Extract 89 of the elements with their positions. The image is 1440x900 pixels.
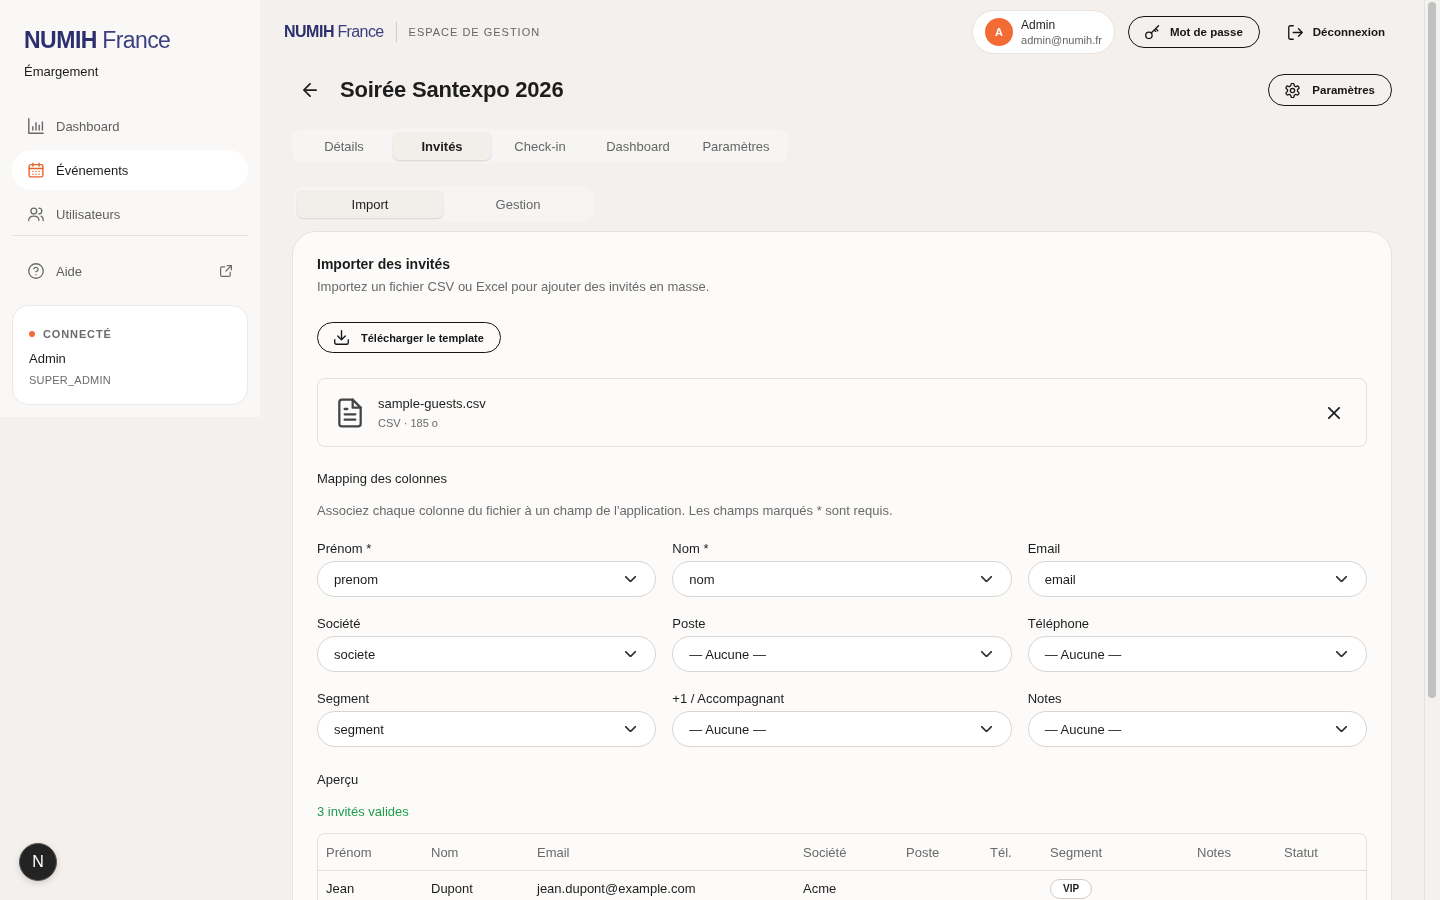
- user-name: Admin: [1021, 17, 1057, 33]
- download-icon: [334, 330, 349, 345]
- tab[interactable]: Check-in: [491, 132, 589, 160]
- chevron-down-icon: [625, 651, 637, 657]
- chevron-down-icon: [625, 576, 637, 582]
- column-header: Société: [802, 844, 848, 860]
- chevron-down-icon: [1336, 651, 1347, 657]
- tab[interactable]: Détails: [295, 132, 393, 160]
- section-description: Associez chaque colonne du fichier à un champ de l'application. Les champs marqués * sont requis.: [317, 502, 894, 520]
- column-header: Notes: [1196, 844, 1232, 860]
- table-cell-text: Jean: [325, 880, 356, 898]
- help-link[interactable]: Aide: [12, 251, 248, 291]
- logout-button[interactable]: Déconnexion: [1287, 24, 1385, 40]
- valid-count: 3 invités valides: [317, 803, 410, 821]
- section-label: ESPACE DE GESTION: [395, 22, 541, 42]
- file-meta: CSV · 185 o: [378, 415, 439, 430]
- section-title: Aperçu: [317, 771, 360, 789]
- dev-tools-button[interactable]: N: [19, 843, 57, 881]
- brand-logo: NUMIH France: [284, 23, 384, 41]
- select-field[interactable]: — Aucune —: [672, 636, 1012, 672]
- column-header: Tél.: [989, 844, 1013, 860]
- chevron-down-icon: [625, 726, 637, 732]
- chevron-down-icon: [980, 651, 992, 657]
- field-label: Email: [1027, 541, 1062, 557]
- status-dot-icon: [29, 331, 35, 337]
- segment-tag: VIP: [1050, 879, 1093, 899]
- avatar: A: [985, 18, 1014, 46]
- column-header: Poste: [905, 844, 941, 860]
- brand-logo: NUMIH France: [24, 28, 171, 52]
- page-title: Soirée Santexpo 2026: [340, 77, 564, 103]
- status-label: CONNECTÉ: [43, 327, 112, 341]
- tab[interactable]: Paramètres: [687, 132, 785, 160]
- tab[interactable]: Gestion: [445, 190, 591, 218]
- tab[interactable]: Import: [297, 190, 443, 218]
- app-name: Émargement: [24, 64, 100, 80]
- field-label: Nom *: [672, 541, 710, 557]
- tab[interactable]: Dashboard: [589, 132, 687, 160]
- column-header: Email: [536, 844, 571, 860]
- field-label: Segment: [317, 691, 371, 707]
- select-field[interactable]: segment: [317, 711, 657, 747]
- scrollbar-thumb[interactable]: [1428, 2, 1436, 698]
- column-header: Statut: [1283, 844, 1319, 860]
- table-cell-text: Dupont: [430, 880, 474, 898]
- nav-item[interactable]: Événements: [12, 150, 248, 190]
- bar-chart-icon: [28, 118, 44, 134]
- chevron-down-icon: [980, 726, 992, 732]
- select-field[interactable]: societe: [317, 636, 657, 672]
- card-description: Importez un fichier CSV ou Excel pour ajouter des invités en masse.: [317, 278, 711, 296]
- tab[interactable]: Invités: [393, 132, 491, 160]
- field-label: Téléphone: [1027, 616, 1091, 632]
- user-name: Admin: [29, 351, 67, 367]
- users-icon: [28, 206, 44, 222]
- user-role: SUPER_ADMIN: [29, 373, 112, 387]
- back-button[interactable]: [303, 83, 317, 97]
- column-header: Nom: [430, 844, 460, 860]
- select-field[interactable]: prenom: [317, 561, 657, 597]
- column-header: Prénom: [325, 844, 373, 860]
- arrow-left-icon: [303, 83, 317, 97]
- field-label: +1 / Accompagnant: [672, 691, 785, 707]
- field-label: Société: [317, 616, 362, 632]
- file-name: sample-guests.csv: [378, 395, 487, 412]
- nav-item[interactable]: Utilisateurs: [12, 194, 248, 234]
- key-icon: [1144, 24, 1160, 40]
- external-link-icon: [220, 265, 232, 277]
- chevron-down-icon: [1336, 726, 1347, 732]
- select-field[interactable]: nom: [672, 561, 1012, 597]
- select-field[interactable]: email: [1027, 561, 1367, 597]
- remove-file-button[interactable]: [1328, 406, 1340, 419]
- field-label: Prénom *: [317, 541, 373, 557]
- chevron-down-icon: [980, 576, 992, 582]
- select-field[interactable]: — Aucune —: [1027, 711, 1367, 747]
- document-icon: [338, 397, 362, 428]
- field-label: Poste: [672, 616, 707, 632]
- settings-icon: [1285, 82, 1301, 98]
- nav-item[interactable]: Dashboard: [12, 106, 248, 146]
- close-icon: [1328, 406, 1340, 419]
- card-title: Importer des invités: [317, 255, 452, 273]
- table-cell-text: jean.dupont@example.com: [535, 880, 697, 898]
- user-email: admin@numih.fr: [1021, 32, 1102, 47]
- select-field[interactable]: — Aucune —: [672, 711, 1012, 747]
- table-cell-text: Acme: [802, 880, 838, 898]
- chevron-down-icon: [1336, 576, 1347, 582]
- section-title: Mapping des colonnes: [317, 470, 449, 488]
- field-label: Notes: [1027, 691, 1063, 707]
- calendar-icon: [28, 162, 44, 178]
- select-field[interactable]: — Aucune —: [1027, 636, 1367, 672]
- help-icon: [28, 263, 44, 279]
- logout-icon: [1287, 24, 1303, 40]
- column-header: Segment: [1049, 844, 1104, 860]
